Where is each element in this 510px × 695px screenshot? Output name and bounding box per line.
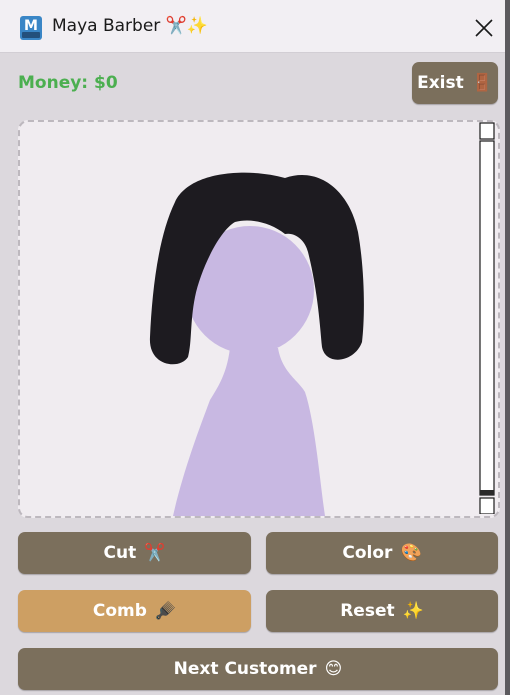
canvas-scrollbar[interactable] (478, 122, 495, 514)
palette-icon: 🎨 (400, 542, 422, 563)
cut-label: Cut (103, 543, 137, 563)
title-emojis: ✂️✨ (165, 16, 209, 36)
window-title: Maya Barber ✂️✨ (52, 16, 208, 36)
title-bar: M Maya Barber ✂️✨ (0, 0, 510, 53)
window-edge (505, 0, 510, 695)
haircut-canvas[interactable] (18, 120, 500, 518)
next-customer-label: Next Customer (173, 659, 317, 679)
exit-button[interactable]: Exist 🚪 (412, 62, 498, 104)
window-title-text: Maya Barber (52, 16, 161, 36)
money-label: Money: $0 (18, 73, 118, 93)
cut-button[interactable]: Cut ✂️ (18, 532, 251, 574)
comb-icon: 🪮 (154, 600, 177, 621)
customer-figure (149, 172, 364, 516)
exit-label: Exist (417, 73, 464, 93)
close-icon[interactable] (472, 16, 496, 40)
comb-button[interactable]: Comb 🪮 (18, 590, 251, 632)
customer-body (173, 348, 325, 516)
reset-label: Reset (340, 601, 395, 621)
comb-label: Comb (92, 601, 147, 621)
app-icon: M (20, 16, 42, 40)
scissors-icon: ✂️ (144, 542, 166, 563)
door-icon: 🚪 (471, 72, 493, 93)
sparkles-icon: ✨ (402, 600, 424, 621)
next-customer-button[interactable]: Next Customer 😊 (18, 648, 498, 690)
reset-button[interactable]: Reset ✨ (266, 590, 498, 632)
color-label: Color (342, 543, 393, 563)
color-button[interactable]: Color 🎨 (266, 532, 498, 574)
smiley-icon: 😊 (324, 658, 343, 679)
